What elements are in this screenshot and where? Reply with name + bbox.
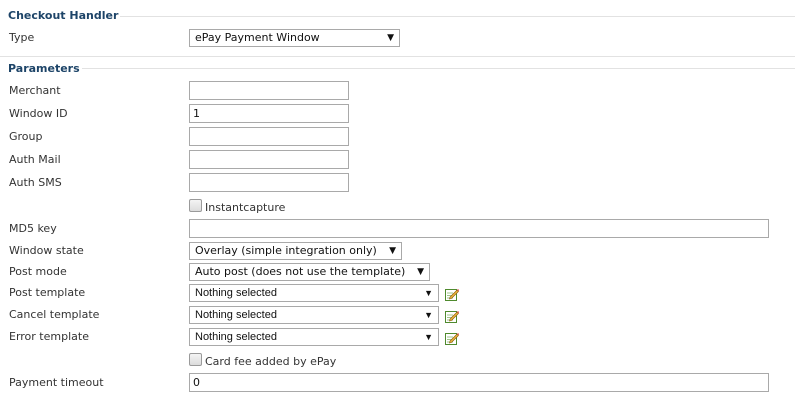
post-template-select[interactable]: Nothing selected ▼	[189, 284, 439, 302]
md5-key-input[interactable]	[189, 219, 769, 238]
payment-timeout-input[interactable]: 0	[189, 373, 769, 392]
chevron-down-icon: ▼	[387, 33, 394, 43]
edit-pencil-icon[interactable]	[445, 331, 459, 345]
chevron-down-icon: ▼	[424, 288, 433, 298]
edit-pencil-icon[interactable]	[445, 309, 459, 323]
auth-sms-label: Auth SMS	[9, 176, 62, 189]
chevron-down-icon: ▼	[389, 246, 396, 256]
group-label: Group	[9, 130, 43, 143]
window-id-input[interactable]: 1	[189, 104, 349, 123]
section-divider	[120, 16, 795, 17]
merchant-input[interactable]	[189, 81, 349, 100]
chevron-down-icon: ▼	[424, 310, 433, 320]
auth-mail-input[interactable]	[189, 150, 349, 169]
post-mode-label: Post mode	[9, 265, 67, 278]
section-title-parameters: Parameters	[8, 62, 80, 75]
payment-timeout-label: Payment timeout	[9, 376, 104, 389]
type-label: Type	[9, 31, 35, 44]
section-divider	[82, 68, 795, 69]
post-template-select-value: Nothing selected	[195, 287, 277, 299]
window-state-label: Window state	[9, 244, 84, 257]
cancel-template-label: Cancel template	[9, 308, 100, 321]
auth-mail-label: Auth Mail	[9, 153, 61, 166]
error-template-select[interactable]: Nothing selected ▼	[189, 328, 439, 346]
error-template-select-value: Nothing selected	[195, 331, 277, 343]
instantcapture-checkbox[interactable]	[189, 199, 202, 212]
edit-pencil-icon[interactable]	[445, 287, 459, 301]
window-id-label: Window ID	[9, 107, 68, 120]
section-title-checkout-handler: Checkout Handler	[8, 9, 119, 22]
group-input[interactable]	[189, 127, 349, 146]
window-state-select-value: Overlay (simple integration only)	[195, 244, 377, 257]
instantcapture-label: Instantcapture	[205, 201, 286, 214]
type-select[interactable]: ePay Payment Window ▼	[189, 29, 400, 47]
merchant-label: Merchant	[9, 84, 61, 97]
type-select-value: ePay Payment Window	[195, 31, 320, 44]
post-mode-select[interactable]: Auto post (does not use the template) ▼	[189, 263, 430, 281]
post-mode-select-value: Auto post (does not use the template)	[195, 265, 406, 278]
chevron-down-icon: ▼	[417, 267, 424, 277]
section-divider	[0, 56, 795, 57]
cancel-template-select[interactable]: Nothing selected ▼	[189, 306, 439, 324]
card-fee-checkbox[interactable]	[189, 353, 202, 366]
card-fee-label: Card fee added by ePay	[205, 355, 337, 368]
auth-sms-input[interactable]	[189, 173, 349, 192]
post-template-label: Post template	[9, 286, 86, 299]
window-state-select[interactable]: Overlay (simple integration only) ▼	[189, 242, 402, 260]
error-template-label: Error template	[9, 330, 89, 343]
cancel-template-select-value: Nothing selected	[195, 309, 277, 321]
md5-key-label: MD5 key	[9, 222, 57, 235]
chevron-down-icon: ▼	[424, 332, 433, 342]
